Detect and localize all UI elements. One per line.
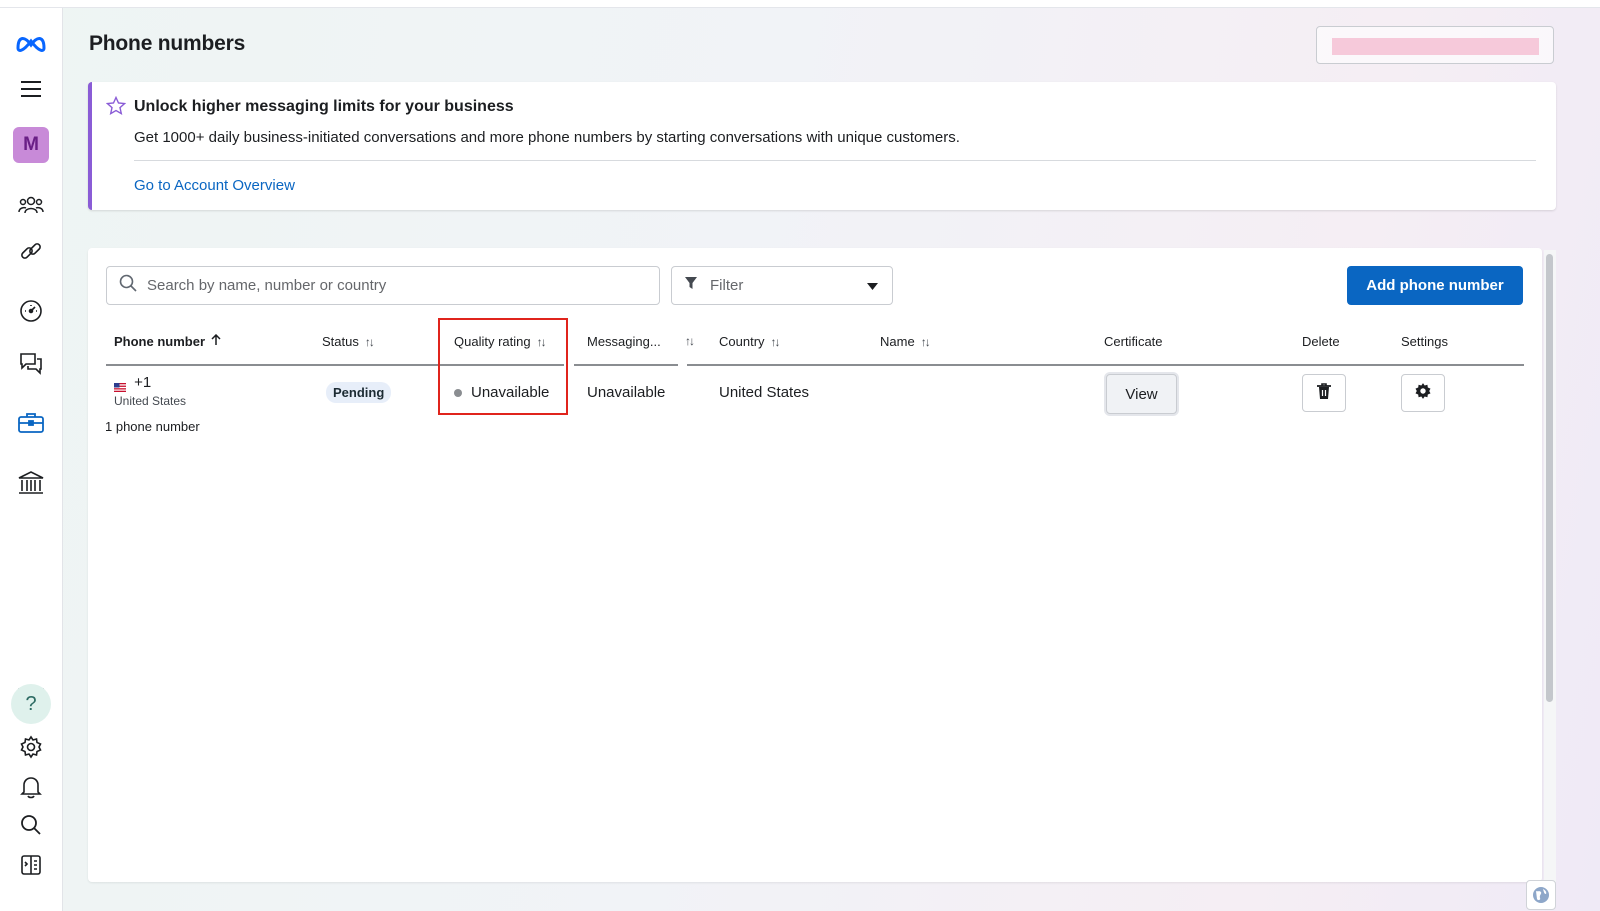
meta-logo-icon[interactable] bbox=[12, 24, 50, 62]
column-label: Settings bbox=[1401, 334, 1448, 349]
settings-button[interactable] bbox=[1401, 374, 1445, 412]
messaging-limits-banner: Unlock higher messaging limits for your … bbox=[88, 82, 1556, 210]
filter-icon bbox=[684, 276, 698, 295]
filter-label: Filter bbox=[710, 277, 744, 294]
column-header-messaging[interactable]: Messaging... bbox=[587, 334, 661, 349]
banner-title: Unlock higher messaging limits for your … bbox=[134, 98, 514, 115]
business-selector[interactable] bbox=[1316, 26, 1554, 64]
column-header-name[interactable]: Name ↑↓ bbox=[880, 334, 931, 349]
search-input[interactable] bbox=[145, 276, 629, 295]
status-badge: Pending bbox=[326, 382, 392, 403]
header-divider bbox=[574, 364, 678, 366]
link-icon[interactable] bbox=[12, 232, 50, 270]
column-label: Name bbox=[880, 334, 915, 349]
caret-down-icon bbox=[867, 277, 878, 295]
banner-description: Get 1000+ daily business-initiated conve… bbox=[134, 129, 960, 146]
star-icon bbox=[105, 95, 127, 121]
messaging-limit-value: Unavailable bbox=[587, 384, 666, 401]
account-avatar[interactable]: M bbox=[12, 126, 50, 164]
column-header-delete: Delete bbox=[1302, 334, 1340, 349]
search-icon bbox=[119, 274, 137, 297]
sort-icon: ↑↓ bbox=[920, 334, 931, 349]
delete-button[interactable] bbox=[1302, 374, 1346, 412]
sort-icon-messaging[interactable]: ↑↓ bbox=[685, 334, 695, 348]
help-button[interactable]: ? bbox=[11, 684, 51, 724]
search-icon[interactable] bbox=[12, 806, 50, 844]
panel-toggle-icon[interactable] bbox=[12, 846, 50, 884]
globe-icon[interactable] bbox=[1526, 880, 1556, 910]
sort-icon: ↑↓ bbox=[770, 334, 781, 349]
arrow-up-icon bbox=[211, 333, 221, 349]
account-overview-link[interactable]: Go to Account Overview bbox=[134, 177, 295, 194]
page-title: Phone numbers bbox=[89, 32, 246, 55]
menu-icon[interactable] bbox=[12, 70, 50, 108]
people-icon[interactable] bbox=[12, 186, 50, 224]
column-label: Status bbox=[322, 334, 359, 349]
banner-divider bbox=[134, 160, 1536, 161]
dashboard-icon[interactable] bbox=[12, 292, 50, 330]
column-header-settings: Settings bbox=[1401, 334, 1448, 349]
column-label: Country bbox=[719, 334, 765, 349]
quality-rating-highlight bbox=[438, 318, 568, 415]
column-label: Messaging... bbox=[587, 334, 661, 349]
row-count: 1 phone number bbox=[105, 419, 200, 434]
help-icon: ? bbox=[11, 684, 51, 724]
column-label: Certificate bbox=[1104, 334, 1163, 349]
column-header-country[interactable]: Country ↑↓ bbox=[719, 334, 781, 349]
country-value: United States bbox=[719, 384, 810, 401]
phone-number-cell: +1 bbox=[114, 374, 152, 392]
chat-icon[interactable] bbox=[12, 344, 50, 382]
gear-icon bbox=[1414, 382, 1432, 405]
sort-icon: ↑↓ bbox=[364, 334, 375, 349]
column-header-certificate: Certificate bbox=[1104, 334, 1163, 349]
column-header-phone-number[interactable]: Phone number bbox=[114, 333, 221, 349]
column-label: Phone number bbox=[114, 334, 206, 349]
view-certificate-button[interactable]: View bbox=[1106, 374, 1177, 414]
filter-dropdown[interactable]: Filter bbox=[671, 266, 893, 305]
phone-numbers-card: Filter Add phone number Phone number Sta… bbox=[88, 248, 1542, 882]
header-divider bbox=[687, 364, 1524, 366]
redacted-business-name bbox=[1332, 38, 1539, 55]
column-label: Delete bbox=[1302, 334, 1340, 349]
gear-icon[interactable] bbox=[12, 728, 50, 766]
search-box[interactable] bbox=[106, 266, 660, 305]
phone-country: United States bbox=[114, 394, 187, 408]
top-edge bbox=[0, 0, 1600, 8]
bank-icon[interactable] bbox=[12, 464, 50, 502]
column-header-status[interactable]: Status ↑↓ bbox=[322, 334, 375, 349]
phone-number: +1 bbox=[134, 374, 152, 391]
trash-icon bbox=[1316, 382, 1332, 405]
sidebar: M ? bbox=[0, 8, 63, 911]
add-phone-number-button[interactable]: Add phone number bbox=[1347, 266, 1523, 305]
bell-icon[interactable] bbox=[12, 768, 50, 806]
scrollbar-thumb[interactable] bbox=[1546, 254, 1553, 702]
sort-icon: ↑↓ bbox=[685, 334, 695, 348]
avatar: M bbox=[13, 127, 49, 163]
us-flag-icon bbox=[114, 379, 126, 392]
briefcase-icon[interactable] bbox=[12, 404, 50, 442]
